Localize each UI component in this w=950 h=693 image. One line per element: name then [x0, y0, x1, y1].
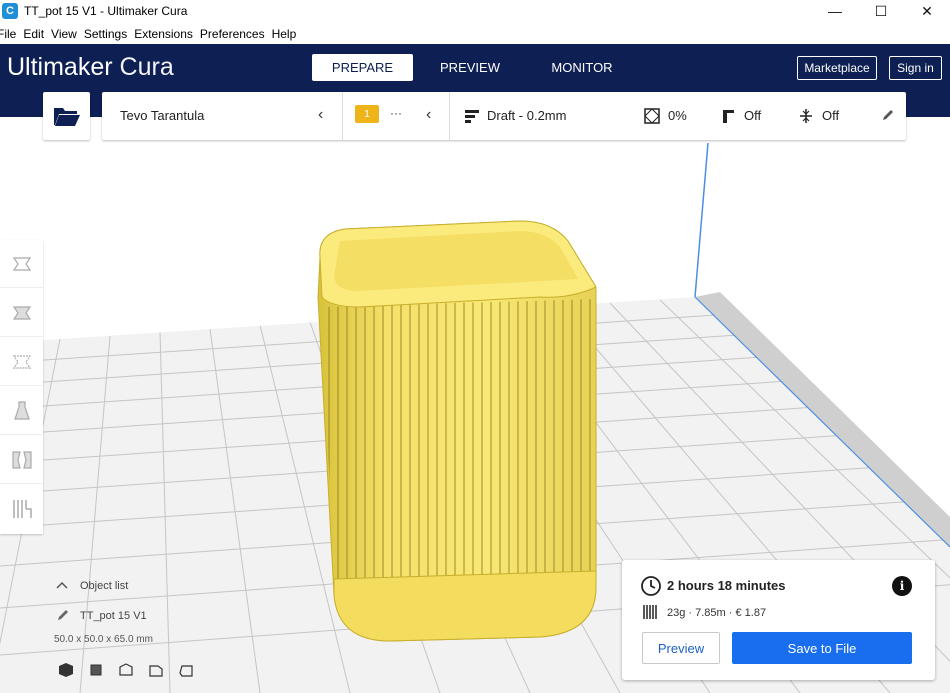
window-title: TT_pot 15 V1 - Ultimaker Cura	[24, 4, 188, 18]
support-blocker-icon	[12, 500, 32, 518]
object-dimensions: 50.0 x 50.0 x 65.0 mm	[54, 634, 153, 645]
left-view-icon[interactable]	[148, 662, 164, 678]
move-icon	[12, 256, 31, 271]
chevron-up-icon[interactable]	[56, 580, 68, 590]
profile-icon	[465, 110, 479, 123]
material-stats: 23g · 7.85m · € 1.87	[667, 607, 767, 619]
material-spool-icon	[643, 605, 657, 619]
pot-model[interactable]	[317, 220, 597, 642]
infill-value[interactable]: 0%	[668, 108, 687, 123]
menu-extensions[interactable]: Extensions	[134, 27, 193, 41]
print-profile-selector[interactable]: Draft - 0.2mm	[487, 108, 566, 123]
extruder-more[interactable]: ···	[390, 106, 402, 120]
top-view-icon[interactable]	[118, 662, 134, 678]
print-summary-panel: 2 hours 18 minutes i 23g · 7.85m · € 1.8…	[622, 560, 935, 680]
move-tool-button[interactable]	[0, 240, 43, 288]
scale-tool-button[interactable]	[0, 289, 43, 337]
support-icon	[723, 110, 734, 123]
divider	[342, 92, 343, 140]
menu-file[interactable]: File	[0, 27, 16, 41]
print-time: 2 hours 18 minutes	[667, 578, 786, 593]
support-blocker-button[interactable]	[0, 485, 43, 533]
configuration-bar: Tevo Tarantula ‹ 1 ··· ‹ Draft - 0.2mm 0…	[102, 92, 906, 140]
menu-view[interactable]: View	[51, 27, 77, 41]
tab-monitor[interactable]: MONITOR	[540, 54, 624, 81]
mirror-icon	[13, 400, 30, 420]
cura-app-icon: C	[2, 3, 18, 19]
brand-product: Cura	[119, 53, 174, 81]
rotate-tool-button[interactable]	[0, 338, 43, 386]
brand-name: Ultimaker	[7, 53, 113, 81]
mirror-tool-button[interactable]	[0, 387, 43, 435]
support-value[interactable]: Off	[744, 108, 761, 123]
extruder-chevron-icon[interactable]: ‹	[426, 106, 431, 124]
menu-help[interactable]: Help	[272, 27, 297, 41]
marketplace-button[interactable]: Marketplace	[797, 56, 877, 80]
menu-edit[interactable]: Edit	[23, 27, 44, 41]
object-list-panel: Object list TT_pot 15 V1 50.0 x 50.0 x 6…	[54, 576, 264, 686]
info-icon[interactable]: i	[892, 576, 912, 596]
printer-chevron-icon[interactable]: ‹	[318, 106, 323, 124]
front-view-icon[interactable]	[88, 662, 104, 678]
minimize-button[interactable]: —	[812, 0, 858, 22]
tab-preview[interactable]: PREVIEW	[430, 54, 510, 81]
window-controls: — ☐ ✕	[812, 0, 950, 22]
save-to-file-button[interactable]: Save to File	[732, 632, 912, 664]
brand-logo: Ultimaker Cura	[7, 53, 174, 82]
maximize-button[interactable]: ☐	[858, 0, 904, 22]
infill-icon	[644, 108, 660, 124]
adhesion-icon	[800, 109, 812, 123]
scale-icon	[12, 305, 31, 320]
clock-icon	[641, 576, 661, 596]
open-file-button[interactable]	[43, 92, 90, 140]
object-list-toggle[interactable]: Object list	[80, 580, 128, 592]
sign-in-button[interactable]: Sign in	[889, 56, 942, 80]
adhesion-value[interactable]: Off	[822, 108, 839, 123]
menu-preferences[interactable]: Preferences	[200, 27, 265, 41]
right-view-icon[interactable]	[178, 662, 194, 678]
menu-settings[interactable]: Settings	[84, 27, 127, 41]
camera-view-buttons	[58, 662, 194, 678]
per-model-settings-button[interactable]	[0, 436, 43, 484]
3d-view-icon[interactable]	[58, 662, 74, 678]
extruder-badge[interactable]: 1	[355, 105, 379, 123]
per-model-icon	[11, 450, 32, 469]
preview-button[interactable]: Preview	[642, 632, 720, 664]
edit-settings-icon[interactable]	[881, 108, 895, 122]
tool-panel	[0, 240, 43, 534]
close-button[interactable]: ✕	[904, 0, 950, 22]
build-volume-edge	[694, 142, 709, 298]
title-bar: C TT_pot 15 V1 - Ultimaker Cura — ☐ ✕	[0, 0, 950, 22]
folder-icon	[53, 108, 80, 126]
object-name[interactable]: TT_pot 15 V1	[80, 610, 147, 622]
pencil-icon[interactable]	[56, 608, 70, 622]
divider	[449, 92, 450, 140]
rotate-icon	[12, 354, 31, 369]
printer-selector[interactable]: Tevo Tarantula	[120, 108, 204, 123]
menu-bar: File Edit View Settings Extensions Prefe…	[0, 23, 950, 44]
tab-prepare[interactable]: PREPARE	[312, 54, 413, 81]
